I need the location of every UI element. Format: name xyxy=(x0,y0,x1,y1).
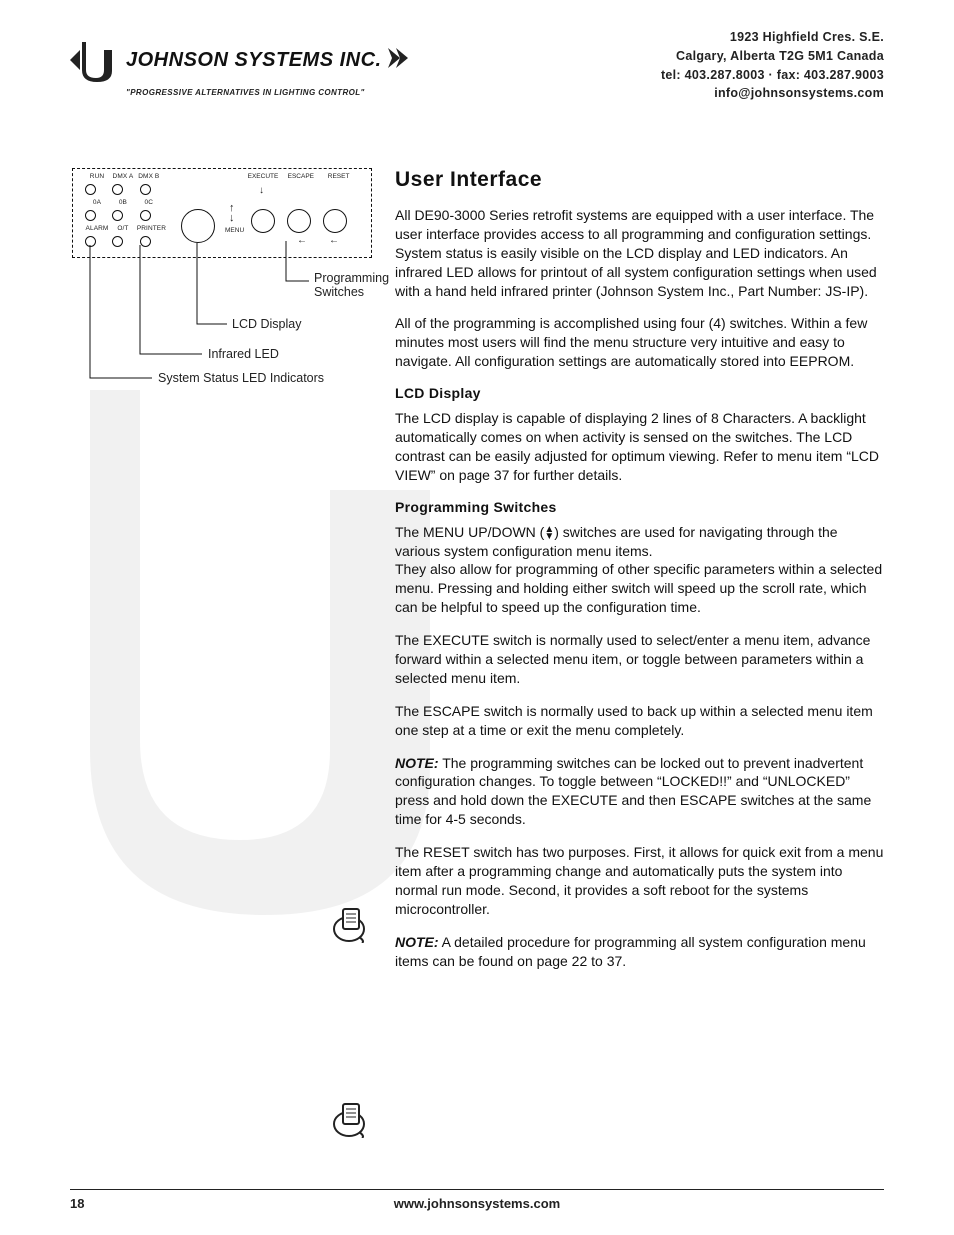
arrow-left-icon: ← xyxy=(329,235,339,246)
body-paragraph: The MENU UP/DOWN (▲▼) switches are used … xyxy=(395,523,885,617)
callout-lcd: LCD Display xyxy=(232,317,301,331)
led-label-ot: O/T xyxy=(111,225,135,232)
subheading-lcd: LCD Display xyxy=(395,385,885,401)
reset-switch-icon xyxy=(323,209,347,233)
note-icon xyxy=(329,1098,377,1143)
up-down-arrow-icon: ▲▼ xyxy=(544,526,554,540)
section-title: User Interface xyxy=(395,168,885,192)
execute-switch-icon xyxy=(251,209,275,233)
contact-info: 1923 Highfield Cres. S.E. Calgary, Alber… xyxy=(661,28,884,103)
company-logo-block: JOHNSON SYSTEMS INC. "PROGRESSIVE ALTERN… xyxy=(70,36,420,97)
body-paragraph: The ESCAPE switch is normally used to ba… xyxy=(395,702,885,740)
led-indicator xyxy=(140,210,151,221)
note-prefix: NOTE: xyxy=(395,934,439,950)
led-label-printer: PRINTER xyxy=(137,225,161,232)
led-label-dmxb: DMX B xyxy=(137,173,161,180)
body-paragraph: The LCD display is capable of displaying… xyxy=(395,409,885,485)
led-label-0b: 0B xyxy=(111,199,135,206)
btn-label-reset: RESET xyxy=(321,173,357,180)
led-label-alarm: ALARM xyxy=(85,225,109,232)
footer-url: www.johnsonsystems.com xyxy=(394,1196,560,1211)
note-paragraph: NOTE: A detailed procedure for programmi… xyxy=(395,933,885,971)
led-indicator xyxy=(112,184,123,195)
led-label-0a: 0A xyxy=(85,199,109,206)
btn-label-escape: ESCAPE xyxy=(283,173,319,180)
note-prefix: NOTE: xyxy=(395,755,439,771)
escape-switch-icon xyxy=(287,209,311,233)
led-indicator xyxy=(112,210,123,221)
body-paragraph: The EXECUTE switch is normally used to s… xyxy=(395,631,885,688)
subheading-programming-switches: Programming Switches xyxy=(395,499,885,515)
body-paragraph: The RESET switch has two purposes. First… xyxy=(395,843,885,919)
led-label-run: RUN xyxy=(85,173,109,180)
company-logo-mark xyxy=(70,36,118,84)
arrow-left-icon: ← xyxy=(297,235,307,246)
page-number: 18 xyxy=(70,1196,84,1211)
led-indicator xyxy=(140,184,151,195)
body-paragraph: All of the programming is accomplished u… xyxy=(395,314,885,371)
chevron-right-icon xyxy=(388,48,412,73)
callout-programming-switches: Programming Switches xyxy=(314,271,389,299)
led-indicator xyxy=(85,210,96,221)
contact-email: info@johnsonsystems.com xyxy=(661,84,884,103)
menu-label: MENU xyxy=(225,227,244,234)
contact-address-1: 1923 Highfield Cres. S.E. xyxy=(661,28,884,47)
led-indicator xyxy=(85,184,96,195)
led-indicator xyxy=(112,236,123,247)
led-label-dmxa: DMX A xyxy=(111,173,135,180)
company-tagline: "PROGRESSIVE ALTERNATIVES IN LIGHTING CO… xyxy=(126,88,420,97)
contact-address-2: Calgary, Alberta T2G 5M1 Canada xyxy=(661,47,884,66)
led-label-0c: 0C xyxy=(137,199,161,206)
callout-infrared-led: Infrared LED xyxy=(208,347,279,361)
note-icon xyxy=(329,903,377,948)
lcd-display-icon xyxy=(181,209,215,243)
led-indicator xyxy=(140,236,151,247)
body-paragraph: All DE90-3000 Series retrofit systems ar… xyxy=(395,206,885,300)
note-paragraph: NOTE: The programming switches can be lo… xyxy=(395,754,885,830)
ui-panel-diagram: RUN DMX A DMX B 0A 0B 0C ALARM O/T xyxy=(72,168,372,258)
callout-status-leds: System Status LED Indicators xyxy=(158,371,324,385)
led-indicator xyxy=(85,236,96,247)
btn-label-execute: EXECUTE xyxy=(245,173,281,180)
arrow-down-icon: ↓ xyxy=(259,185,264,196)
company-name: JOHNSON SYSTEMS INC. xyxy=(126,49,382,72)
menu-updown-icon: ↑↓ xyxy=(229,203,235,223)
contact-phone-fax: tel: 403.287.8003 · fax: 403.287.9003 xyxy=(661,66,884,85)
